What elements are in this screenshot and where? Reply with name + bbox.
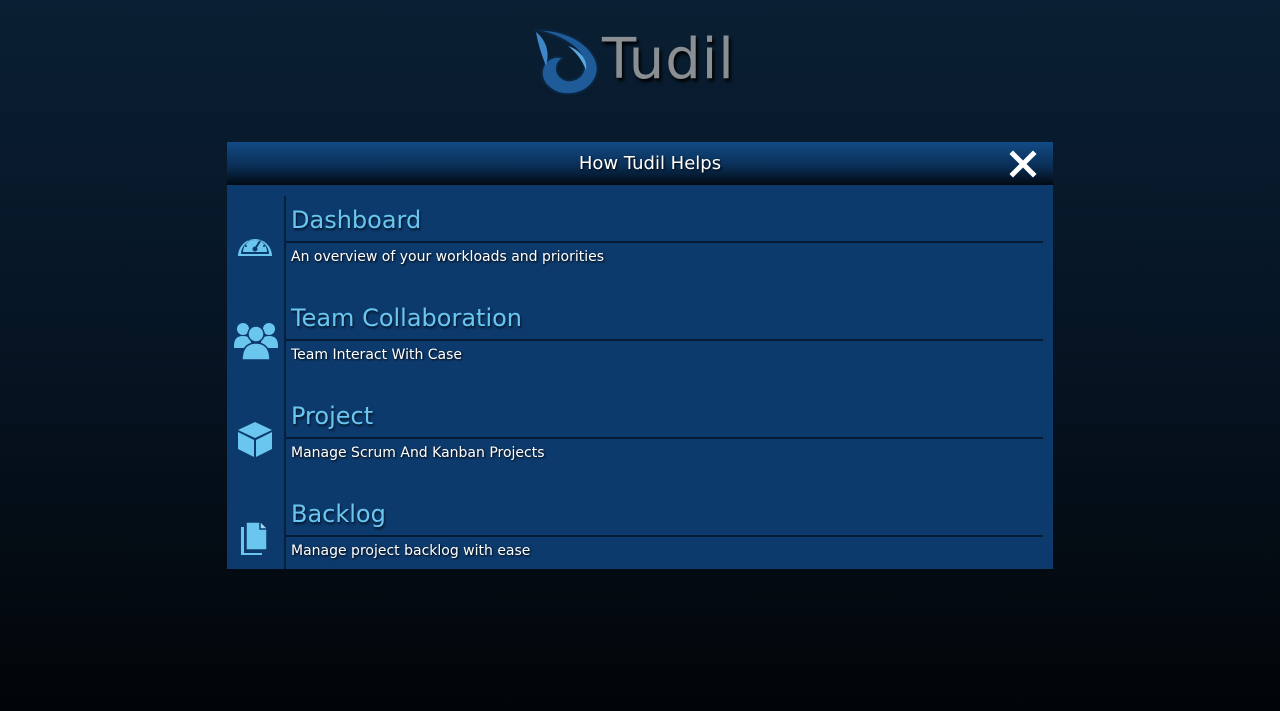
feature-title: Backlog — [291, 500, 386, 528]
documents-icon[interactable] — [235, 518, 275, 558]
close-icon[interactable] — [1009, 150, 1037, 178]
feature-title: Dashboard — [291, 206, 422, 234]
feature-description: Manage Scrum And Kanban Projects — [291, 445, 545, 461]
how-tudil-helps-dialog: How Tudil Helps Dashboard An overview of… — [227, 142, 1053, 569]
brand-name: Tudil — [602, 27, 735, 92]
cube-icon[interactable] — [235, 419, 275, 459]
feature-title: Project — [291, 402, 374, 430]
divider — [286, 535, 1043, 537]
dialog-title: How Tudil Helps — [578, 153, 722, 174]
dialog-header: How Tudil Helps — [227, 142, 1053, 185]
divider — [286, 241, 1043, 243]
speedometer-icon[interactable] — [235, 226, 275, 266]
feature-title: Team Collaboration — [291, 304, 523, 332]
brand-logo: Tudil — [528, 26, 738, 102]
users-icon[interactable] — [233, 320, 279, 360]
feature-description: An overview of your workloads and priori… — [291, 249, 605, 265]
divider — [286, 339, 1043, 341]
feature-description: Team Interact With Case — [291, 347, 463, 363]
feature-icon-rail — [227, 196, 286, 569]
divider — [286, 437, 1043, 439]
tudil-logo-icon — [533, 28, 599, 96]
feature-description: Manage project backlog with ease — [291, 543, 531, 559]
